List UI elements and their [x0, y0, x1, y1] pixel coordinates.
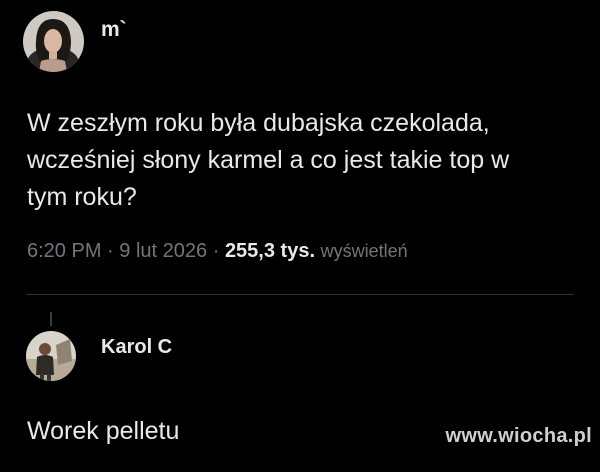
meta-separator: ·	[212, 240, 220, 262]
tweet: m` W zeszłym roku była dubajska czekolad…	[0, 0, 600, 300]
reply-text: Worek pelletu	[27, 417, 180, 445]
reply-author-name[interactable]: Karol C	[101, 336, 172, 359]
divider	[26, 294, 574, 295]
tweet-time[interactable]: 6:20 PM	[27, 240, 101, 262]
tweet-text-line-3: tym roku?	[27, 183, 137, 211]
author-name[interactable]: m`	[101, 18, 127, 42]
tweet-text-line-2: wcześniej słony karmel a co jest takie t…	[27, 146, 510, 174]
views-label: wyświetleń	[320, 241, 408, 261]
watermark: www.wiocha.pl	[445, 425, 592, 447]
tweet-text-line-1: W zeszłym roku była dubajska czekolada,	[27, 109, 490, 137]
views-count: 255,3 tys.	[224, 240, 316, 262]
meta-separator: ·	[107, 240, 114, 262]
redacted-handle	[112, 56, 252, 74]
author-avatar[interactable]	[23, 11, 84, 72]
reply-author-avatar[interactable]	[26, 331, 76, 381]
tweet-meta: 6:20 PM · 9 lut 2026 · 255,3 tys. wyświe…	[27, 240, 408, 263]
tweet-date[interactable]: 9 lut 2026	[119, 240, 207, 262]
redacted-reply-handle	[104, 372, 404, 392]
thread-line	[50, 312, 52, 326]
tweet-text: W zeszłym roku była dubajska czekolada, w…	[27, 105, 572, 216]
